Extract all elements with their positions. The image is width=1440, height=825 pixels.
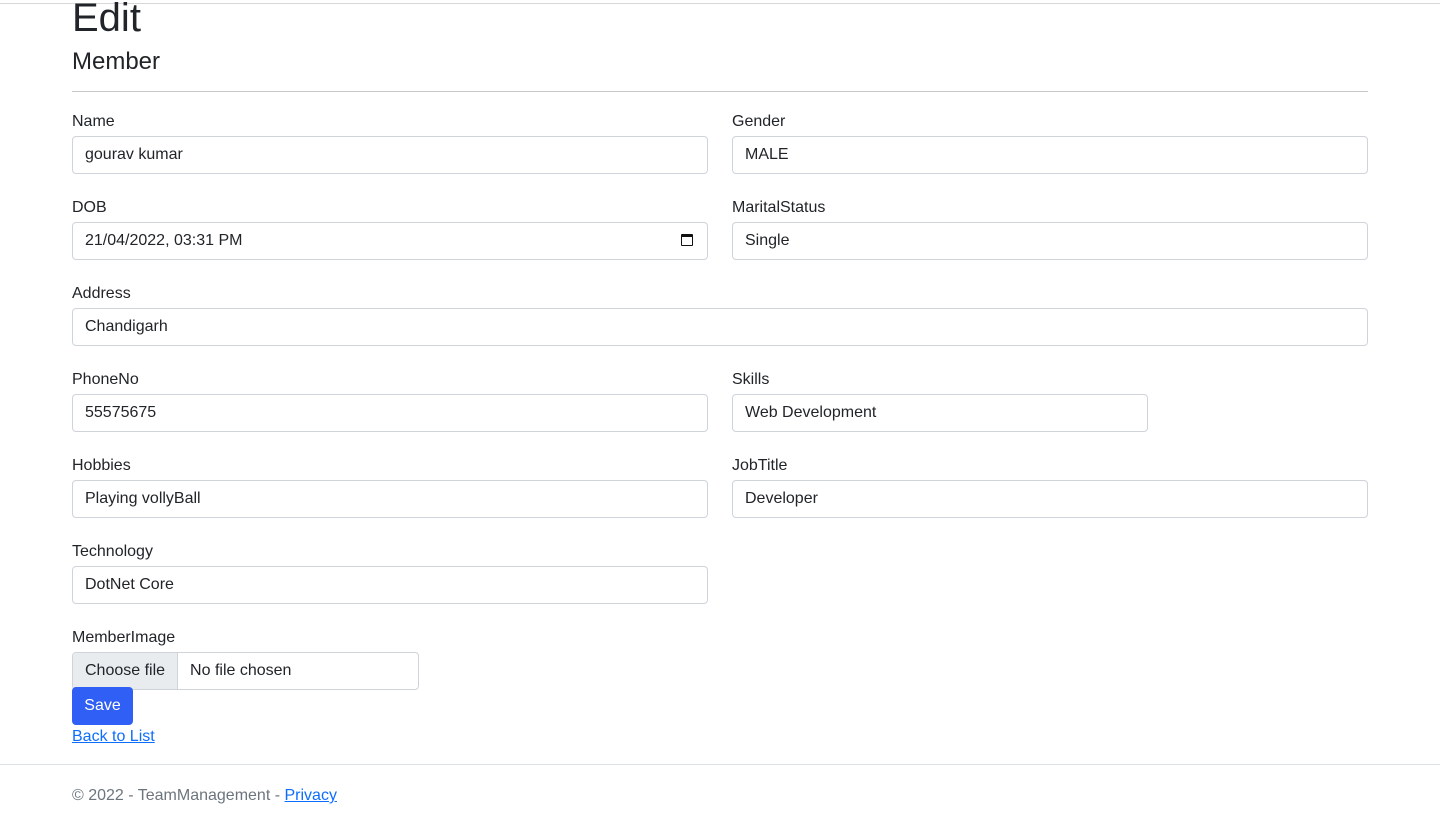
privacy-link[interactable]: Privacy [285, 787, 337, 804]
member-image-field: MemberImage Choose file No file chosen [72, 628, 419, 690]
footer: © 2022 - TeamManagement - Privacy [72, 786, 337, 806]
job-title-label: JobTitle [732, 457, 788, 474]
gender-field: Gender MALE [732, 112, 1368, 174]
file-status: No file chosen [190, 662, 292, 679]
hobbies-label: Hobbies [72, 457, 131, 474]
name-label: Name [72, 113, 115, 130]
job-title-input[interactable]: Developer [732, 480, 1368, 518]
address-label: Address [72, 285, 131, 302]
gender-label: Gender [732, 113, 786, 130]
marital-status-label: MaritalStatus [732, 199, 826, 216]
technology-field: Technology DotNet Core [72, 542, 708, 604]
hobbies-input[interactable]: Playing vollyBall [72, 480, 708, 518]
header-divider [72, 91, 1368, 92]
name-input[interactable]: gourav kumar [72, 136, 708, 174]
save-button[interactable]: Save [72, 687, 133, 725]
dob-input[interactable]: 21/04/2022, 03:31 PM [72, 222, 708, 260]
gender-input[interactable]: MALE [732, 136, 1368, 174]
phone-label: PhoneNo [72, 371, 139, 388]
marital-status-field: MaritalStatus Single [732, 198, 1368, 260]
skills-input[interactable]: Web Development [732, 394, 1148, 432]
address-input[interactable]: Chandigarh [72, 308, 1368, 346]
page-subtitle: Member [72, 48, 161, 75]
technology-label: Technology [72, 543, 153, 560]
footer-divider [0, 764, 1440, 765]
job-title-field: JobTitle Developer [732, 456, 1368, 518]
footer-text: © 2022 - TeamManagement - [72, 787, 285, 804]
hobbies-field: Hobbies Playing vollyBall [72, 456, 708, 518]
choose-file-button[interactable]: Choose file [73, 653, 179, 689]
dob-label: DOB [72, 199, 107, 216]
back-to-list-link[interactable]: Back to List [72, 727, 155, 747]
member-image-label: MemberImage [72, 629, 176, 646]
skills-field: Skills Web Development [732, 370, 1148, 432]
phone-input[interactable]: 55575675 [72, 394, 708, 432]
dob-value: 21/04/2022, 03:31 PM [85, 232, 243, 249]
name-field: Name gourav kumar [72, 112, 708, 174]
technology-input[interactable]: DotNet Core [72, 566, 708, 604]
page-title: Edit [72, 0, 141, 40]
address-field: Address Chandigarh [72, 284, 1368, 346]
calendar-icon[interactable] [681, 234, 693, 246]
marital-status-input[interactable]: Single [732, 222, 1368, 260]
phone-field: PhoneNo 55575675 [72, 370, 708, 432]
dob-field: DOB 21/04/2022, 03:31 PM [72, 198, 708, 260]
skills-label: Skills [732, 371, 770, 388]
member-image-input[interactable]: Choose file No file chosen [72, 652, 419, 690]
top-divider [0, 3, 1440, 4]
